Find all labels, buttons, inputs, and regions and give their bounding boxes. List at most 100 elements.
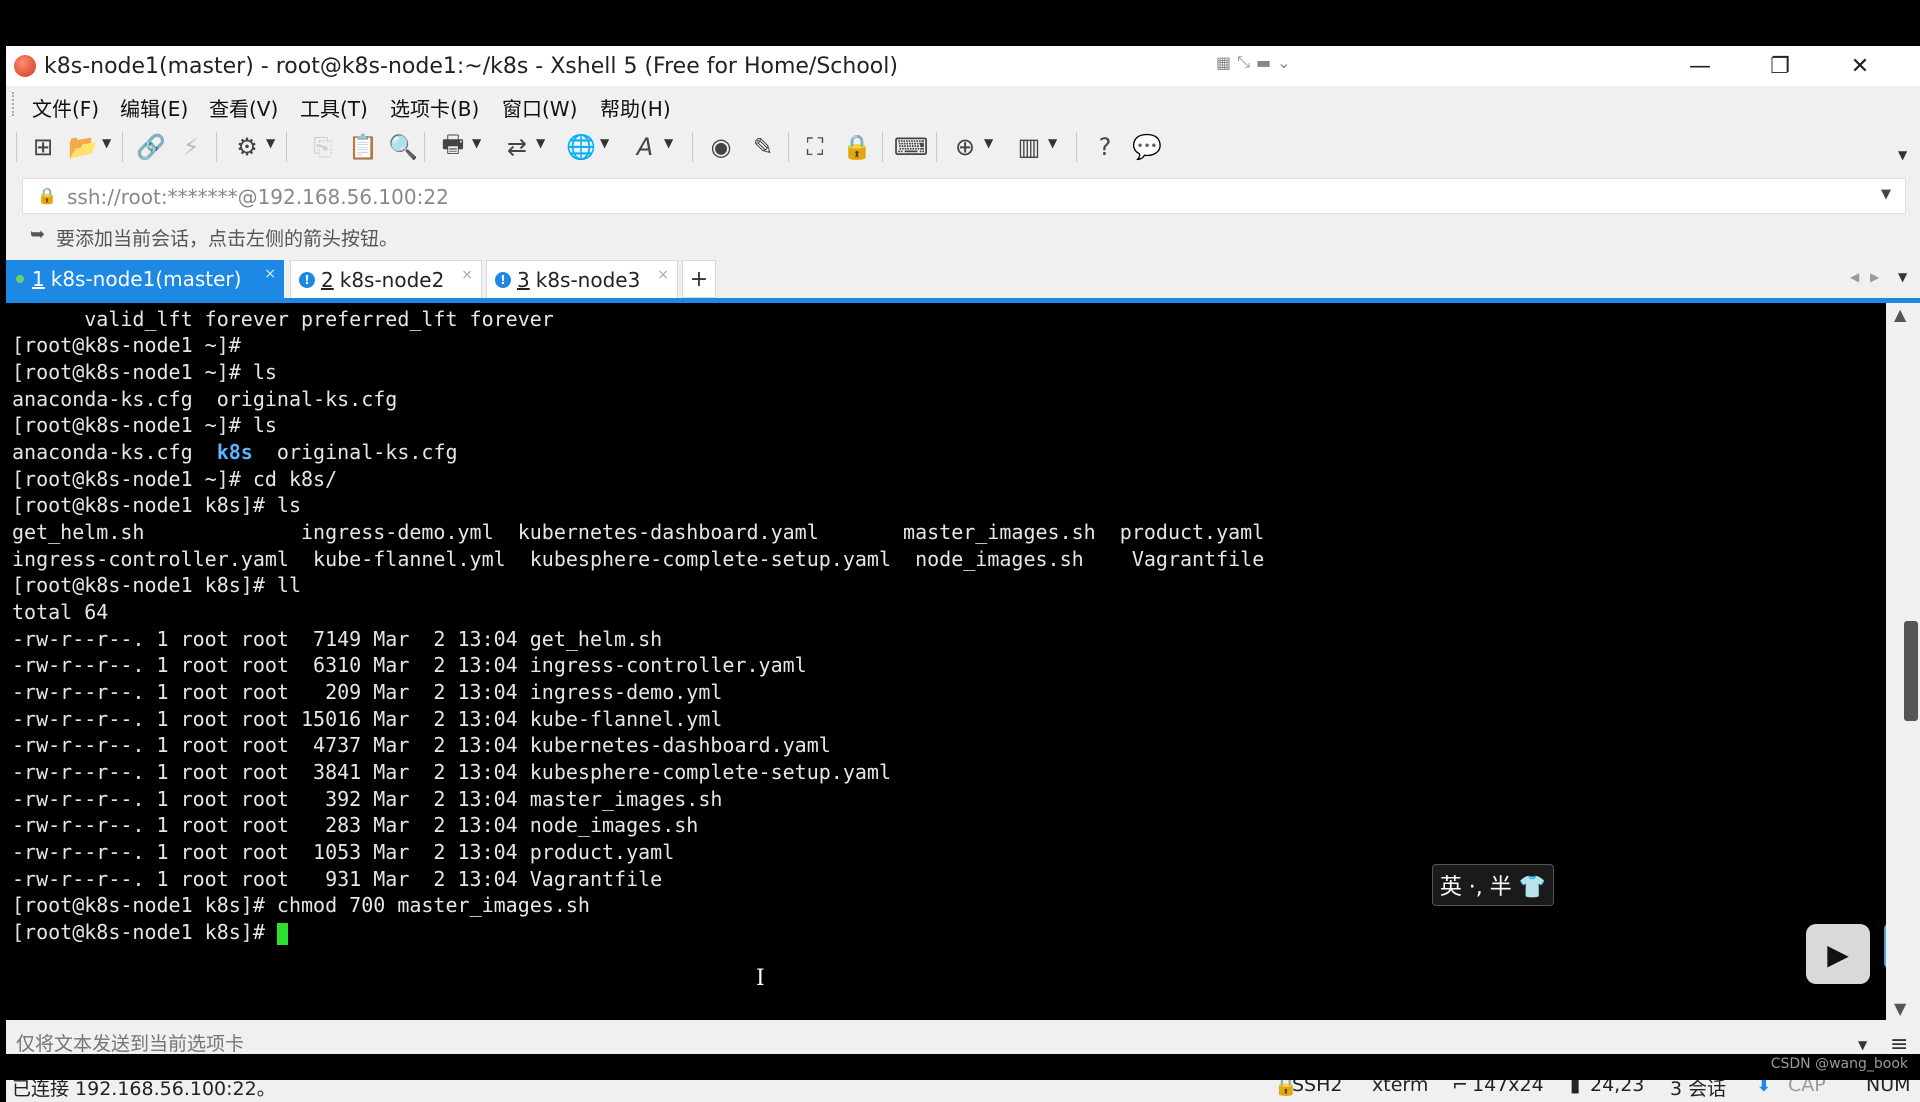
globe-icon[interactable]: 🌐 xyxy=(566,132,596,162)
add-dropdown-icon[interactable]: ▼ xyxy=(984,136,993,150)
terminal-line: -rw-r--r--. 1 root root 3841 Mar 2 13:04… xyxy=(12,760,891,784)
tab-number: 2 xyxy=(321,268,334,292)
transfer-dropdown-icon[interactable]: ▼ xyxy=(536,136,545,150)
terminal-line: total 64 xyxy=(12,600,109,624)
screen-top-border xyxy=(0,0,1920,46)
terminal-output[interactable]: valid_lft forever preferred_lft forever … xyxy=(6,303,1886,1020)
terminal-line: -rw-r--r--. 1 root root 1053 Mar 2 13:04… xyxy=(12,840,675,864)
session-hint-bar: ➥ 要添加当前会话，点击左侧的箭头按钮。 xyxy=(6,218,1920,252)
play-icon[interactable]: ▶ xyxy=(1806,924,1870,984)
terminal-line: [root@k8s-node1 k8s]# ls xyxy=(12,493,301,517)
copy-icon[interactable]: ⎘ xyxy=(308,132,338,162)
arrow-bookmark-icon[interactable]: ➥ xyxy=(30,224,45,245)
minimize-button[interactable]: — xyxy=(1660,46,1740,86)
transfer-icon[interactable]: ⇄ xyxy=(502,132,532,162)
hint-text: 要添加当前会话，点击左侧的箭头按钮。 xyxy=(56,228,399,250)
menu-tools[interactable]: 工具(T) xyxy=(300,93,368,122)
terminal-line: -rw-r--r--. 1 root root 392 Mar 2 13:04 … xyxy=(12,787,723,811)
menu-edit[interactable]: 编辑(E) xyxy=(120,93,188,122)
tab-k8s-node2[interactable]: ! 2 k8s-node2 × xyxy=(290,260,482,300)
toolbar-separator xyxy=(936,132,937,162)
tab-label: k8s-node2 xyxy=(339,268,445,292)
chevron-down-icon[interactable]: ⌄ xyxy=(1277,53,1290,72)
menu-view[interactable]: 查看(V) xyxy=(209,93,278,122)
script-icon[interactable]: ◉ xyxy=(706,132,736,162)
paste-icon[interactable]: 📋 xyxy=(348,132,378,162)
scroll-down-icon[interactable]: ▼ xyxy=(1894,999,1906,1018)
lock-icon[interactable]: 🔒 xyxy=(842,132,872,162)
new-session-icon[interactable]: ⊞ xyxy=(28,132,58,162)
terminal-line: [root@k8s-node1 ~]# xyxy=(12,333,241,357)
fullscreen-icon[interactable]: ⛶ xyxy=(800,132,830,162)
tab-close-icon[interactable]: × xyxy=(657,267,669,283)
tab-scroll-left-icon[interactable]: ◀ xyxy=(1850,270,1859,284)
new-tab-button[interactable]: + xyxy=(682,260,716,298)
address-bar[interactable]: 🔒 ssh://root:*******@192.168.56.100:22 ▼ xyxy=(22,178,1906,214)
collapse-icon[interactable]: ⤡ xyxy=(1237,52,1250,72)
tab-k8s-node3[interactable]: ! 3 k8s-node3 × xyxy=(486,260,678,300)
terminal-line: -rw-r--r--. 1 root root 283 Mar 2 13:04 … xyxy=(12,813,699,837)
font-dropdown-icon[interactable]: ▼ xyxy=(664,136,673,150)
address-input[interactable]: ssh://root:*******@192.168.56.100:22 xyxy=(67,185,449,209)
text-cursor-icon: I xyxy=(756,966,765,991)
compose-icon[interactable]: ✎ xyxy=(748,132,778,162)
disconnect-icon[interactable]: ⚡ xyxy=(176,132,206,162)
menu-window[interactable]: 窗口(W) xyxy=(502,93,577,122)
compose-dropdown-icon[interactable]: ▼ xyxy=(1858,1038,1867,1052)
title-bar[interactable]: k8s-node1(master) - root@k8s-node1:~/k8s… xyxy=(6,46,1920,86)
toolbar-overflow-icon[interactable]: ▼ xyxy=(1898,148,1907,162)
help-icon[interactable]: ? xyxy=(1090,132,1120,162)
tab-close-icon[interactable]: × xyxy=(264,266,276,282)
menu-file[interactable]: 文件(F) xyxy=(32,93,99,122)
terminal-line: anaconda-ks.cfg original-ks.cfg xyxy=(12,387,398,411)
menu-tabs[interactable]: 选项卡(B) xyxy=(390,93,479,122)
tab-scroll-right-icon[interactable]: ▶ xyxy=(1870,270,1879,284)
print-icon[interactable]: 🖶 xyxy=(438,130,468,162)
ime-status-indicator[interactable]: 英 ·, 半 👕 xyxy=(1432,864,1554,906)
terminal-line: -rw-r--r--. 1 root root 931 Mar 2 13:04 … xyxy=(12,867,663,891)
close-button[interactable]: ✕ xyxy=(1820,46,1900,86)
tab-number: 1 xyxy=(32,267,45,291)
terminal-scrollbar[interactable]: ▲ ▼ xyxy=(1886,303,1920,1020)
menu-grip xyxy=(12,92,16,116)
scroll-thumb[interactable] xyxy=(1904,621,1918,721)
tab-list-dropdown-icon[interactable]: ▼ xyxy=(1898,270,1907,284)
add-icon[interactable]: ⊕ xyxy=(950,132,980,162)
title-mini-controls[interactable]: ▦ ⤡ ▬ ⌄ xyxy=(1216,50,1316,74)
globe-dropdown-icon[interactable]: ▼ xyxy=(600,136,609,150)
toolbar-separator xyxy=(424,132,425,162)
alert-icon: ! xyxy=(495,272,511,288)
print-dropdown-icon[interactable]: ▼ xyxy=(472,136,481,150)
tab-label: k8s-node3 xyxy=(535,268,641,292)
restore-button[interactable]: ❐ xyxy=(1740,46,1820,86)
minus-icon[interactable]: ▬ xyxy=(1256,53,1271,72)
settings-icon[interactable]: ⚙ xyxy=(232,132,262,162)
tab-bar: 1 k8s-node1(master) × ! 2 k8s-node2 × ! … xyxy=(6,258,1920,300)
settings-dropdown-icon[interactable]: ▼ xyxy=(266,136,275,150)
address-dropdown-icon[interactable]: ▼ xyxy=(1881,187,1891,202)
terminal-prompt-line: [root@k8s-node1 k8s]# xyxy=(12,919,288,945)
font-icon[interactable]: A xyxy=(630,132,660,162)
open-dropdown-icon[interactable]: ▼ xyxy=(102,136,111,150)
tab-close-icon[interactable]: × xyxy=(461,267,473,283)
terminal-line: valid_lft forever preferred_lft forever xyxy=(12,307,554,331)
open-folder-icon[interactable]: 📂 xyxy=(68,132,98,162)
menu-help[interactable]: 帮助(H) xyxy=(600,93,671,122)
terminal-line: [root@k8s-node1 ~]# ls xyxy=(12,413,277,437)
grid-icon[interactable]: ▦ xyxy=(1216,53,1231,72)
layout-icon[interactable]: ▥ xyxy=(1014,132,1044,162)
toolbar-separator xyxy=(122,132,123,162)
toolbar-separator xyxy=(788,132,789,162)
scroll-up-icon[interactable]: ▲ xyxy=(1894,305,1906,324)
terminal-line: -rw-r--r--. 1 root root 15016 Mar 2 13:0… xyxy=(12,707,723,731)
keyboard-icon[interactable]: ⌨ xyxy=(894,132,929,162)
toolbar: ⊞ 📂 ▼ 🔗 ⚡ ⚙ ▼ ⎘ 📋 🔍 🖶 ▼ ⇄ ▼ 🌐 ▼ A ▼ ◉ ✎ … xyxy=(6,122,1920,172)
connect-icon[interactable]: 🔗 xyxy=(136,132,166,162)
layout-dropdown-icon[interactable]: ▼ xyxy=(1048,136,1057,150)
find-icon[interactable]: 🔍 xyxy=(388,132,418,162)
terminal-line: ingress-controller.yaml kube-flannel.yml… xyxy=(12,547,1265,571)
terminal-cursor xyxy=(276,922,288,945)
terminal-line: [root@k8s-node1 ~]# ls xyxy=(12,360,277,384)
tab-k8s-node1[interactable]: 1 k8s-node1(master) × xyxy=(6,260,284,298)
chat-icon[interactable]: 💬 xyxy=(1132,132,1162,162)
